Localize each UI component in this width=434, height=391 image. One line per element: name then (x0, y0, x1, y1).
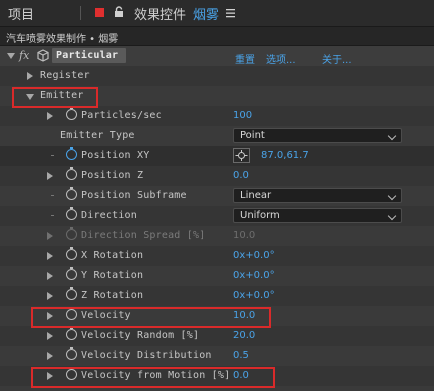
stopwatch-icon (66, 227, 77, 240)
expand-icon[interactable] (47, 332, 53, 340)
effect-header-row[interactable]: fx Particular 重置 选项... 关于... (0, 46, 434, 66)
dropdown-value: Uniform (240, 210, 280, 221)
param-label: Position XY (81, 150, 150, 161)
param-row-direction-spread: Direction Spread [%] 10.0 (0, 226, 434, 246)
emitter-type-dropdown[interactable]: Point (233, 128, 402, 143)
chevron-down-icon (387, 131, 397, 141)
param-label: Position Z (81, 170, 144, 181)
register-label: Register (40, 70, 90, 81)
expand-icon[interactable] (47, 252, 53, 260)
tab-layer-name: 烟雾 (193, 8, 220, 23)
param-label: Particles/sec (81, 110, 162, 121)
param-value[interactable]: 0x+0.0° (233, 250, 275, 261)
expand-icon (47, 232, 53, 240)
tab-divider (80, 6, 81, 20)
param-label: Emitter Type (60, 130, 135, 141)
param-value[interactable]: 0.0 (233, 170, 249, 181)
param-value[interactable]: 0.5 (233, 350, 249, 361)
cube-icon (37, 49, 49, 62)
stopwatch-icon[interactable] (66, 167, 77, 180)
stopwatch-icon[interactable] (66, 287, 77, 300)
param-label: Velocity Distribution (81, 350, 212, 361)
position-subframe-dropdown[interactable]: Linear (233, 188, 402, 203)
param-label: Position Subframe (81, 190, 187, 201)
expand-icon[interactable] (47, 112, 53, 120)
stopwatch-icon[interactable] (66, 347, 77, 360)
fx-icon[interactable]: fx (19, 49, 29, 62)
param-row-z-rotation[interactable]: Z Rotation 0x+0.0° (0, 286, 434, 306)
param-value[interactable]: 20.0 (233, 330, 255, 341)
graph-dot (51, 215, 54, 216)
expand-icon[interactable] (47, 292, 53, 300)
graph-dot (51, 195, 54, 196)
stopwatch-icon[interactable] (66, 267, 77, 280)
breadcrumb-text: 汽车喷雾效果制作 • 烟雾 (6, 34, 119, 45)
param-row-emitter-type[interactable]: Emitter Type Point (0, 126, 434, 146)
param-label: X Rotation (81, 250, 144, 261)
expand-icon[interactable] (27, 72, 33, 80)
param-value[interactable]: 0x+0.0° (233, 290, 275, 301)
param-value[interactable]: 87.0,61.7 (261, 150, 309, 161)
param-label: Direction Spread [%] (81, 230, 206, 241)
param-row-position-xy[interactable]: Position XY 87.0,61.7 (0, 146, 434, 166)
param-label: Y Rotation (81, 270, 144, 281)
crosshair-icon[interactable] (233, 148, 250, 163)
stopwatch-icon[interactable] (66, 187, 77, 200)
param-row-position-subframe[interactable]: Position Subframe Linear (0, 186, 434, 206)
param-row-position-z[interactable]: Position Z 0.0 (0, 166, 434, 186)
param-value: 10.0 (233, 230, 256, 241)
direction-dropdown[interactable]: Uniform (233, 208, 402, 223)
menu-icon[interactable] (226, 8, 235, 18)
highlight-box-velocity-from-motion (31, 367, 275, 388)
param-row-velocity-distribution[interactable]: Velocity Distribution 0.5 (0, 346, 434, 366)
param-row-direction[interactable]: Direction Uniform (0, 206, 434, 226)
dropdown-value: Linear (240, 190, 272, 201)
expand-icon[interactable] (47, 352, 53, 360)
breadcrumb: 汽车喷雾效果制作 • 烟雾 (0, 27, 434, 46)
reset-link[interactable]: 重置 (235, 51, 255, 66)
stopwatch-icon[interactable] (66, 107, 77, 120)
dropdown-value: Point (240, 130, 265, 141)
chevron-down-icon (387, 211, 397, 221)
param-row-x-rotation[interactable]: X Rotation 0x+0.0° (0, 246, 434, 266)
panel-tab-bar: 项目 效果控件 烟雾 (0, 0, 434, 27)
highlight-box-velocity (31, 307, 271, 328)
effect-name: Particular (56, 50, 119, 61)
expand-icon[interactable] (47, 272, 53, 280)
about-link[interactable]: 关于... (322, 51, 352, 66)
register-group-row[interactable]: Register (0, 66, 434, 86)
lock-icon[interactable] (114, 6, 124, 18)
collapse-icon[interactable] (7, 53, 15, 59)
stopwatch-icon[interactable] (66, 247, 77, 260)
tab-effect-controls[interactable]: 效果控件 (134, 4, 186, 23)
stopwatch-icon[interactable] (66, 207, 77, 220)
expand-icon[interactable] (47, 172, 53, 180)
highlight-box-emitter (12, 87, 98, 108)
chevron-down-icon (387, 191, 397, 201)
close-icon[interactable] (95, 8, 104, 17)
param-label: Direction (81, 210, 137, 221)
param-row-y-rotation[interactable]: Y Rotation 0x+0.0° (0, 266, 434, 286)
stopwatch-icon[interactable] (66, 147, 77, 160)
param-row-particles-sec[interactable]: Particles/sec 100 (0, 106, 434, 126)
options-link[interactable]: 选项... (266, 51, 296, 66)
stopwatch-icon[interactable] (66, 327, 77, 340)
param-label: Velocity Random [%] (81, 330, 200, 341)
param-value[interactable]: 0x+0.0° (233, 270, 275, 281)
param-value[interactable]: 100 (233, 110, 252, 121)
param-label: Z Rotation (81, 290, 144, 301)
graph-dot (51, 155, 54, 156)
tab-project[interactable]: 项目 (8, 4, 34, 23)
param-row-velocity-random[interactable]: Velocity Random [%] 20.0 (0, 326, 434, 346)
